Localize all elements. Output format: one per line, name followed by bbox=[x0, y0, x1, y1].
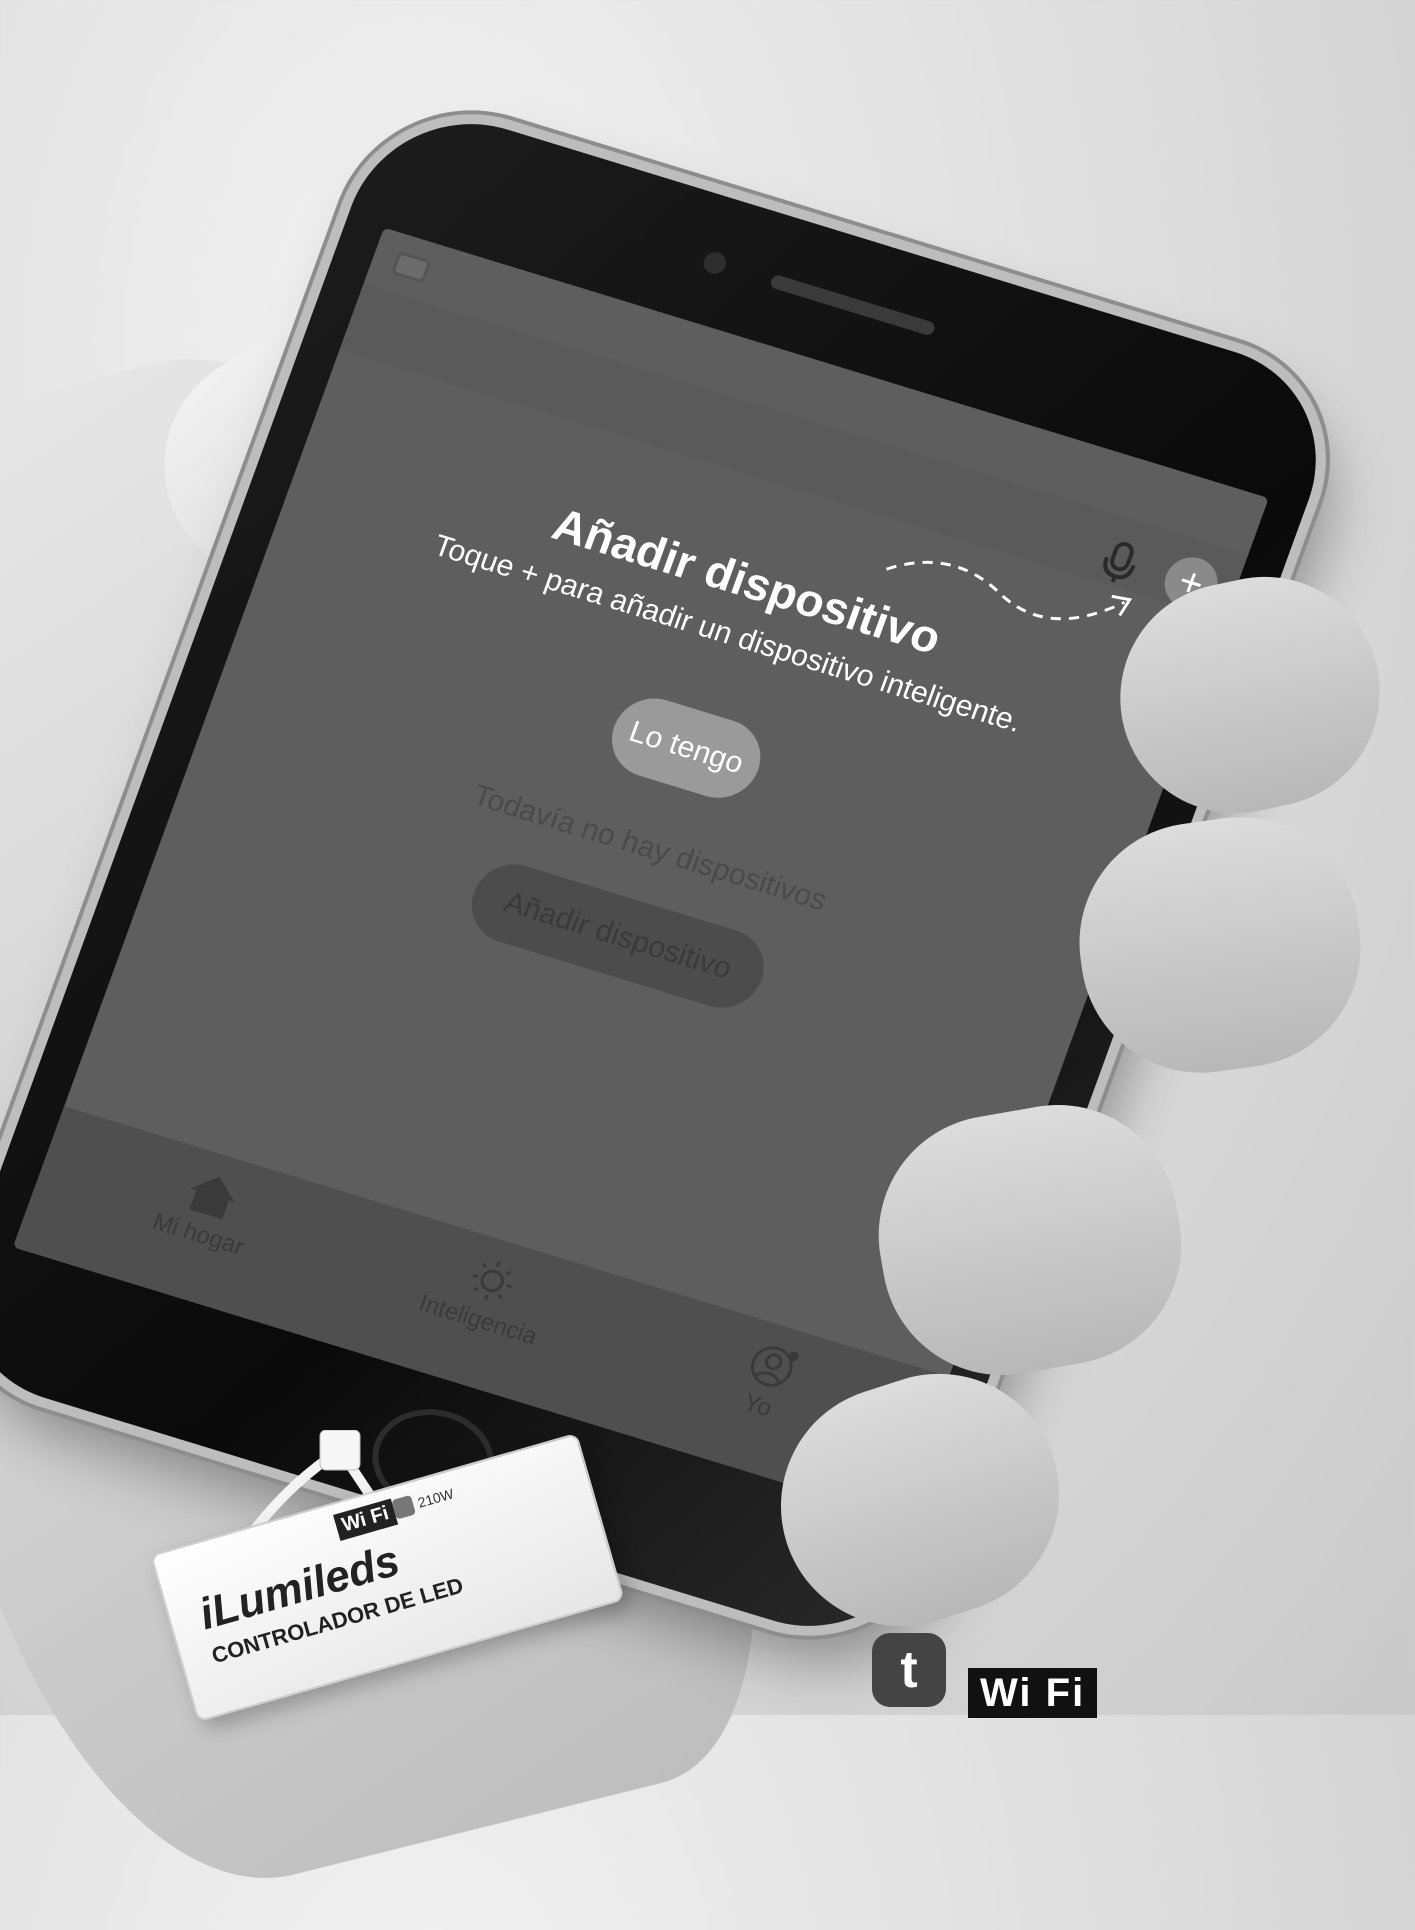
wifi-logo: Wi Fi bbox=[968, 1668, 1098, 1718]
product-photo-scene: + Añadir dispositivo Toque + para añadir… bbox=[0, 0, 1415, 1930]
tuya-icon bbox=[391, 1494, 417, 1520]
user-icon bbox=[751, 1346, 799, 1387]
tab-label: Yo bbox=[740, 1388, 776, 1423]
got-it-button[interactable]: Lo tengo bbox=[600, 688, 772, 808]
battery-icon bbox=[390, 250, 432, 284]
tuya-logo: t bbox=[872, 1633, 946, 1707]
sun-icon bbox=[472, 1261, 512, 1301]
controller-wifi-label: Wi Fi bbox=[333, 1498, 398, 1541]
tab-home[interactable]: Mi hogar bbox=[98, 1146, 316, 1278]
tab-label: Mi hogar bbox=[149, 1208, 248, 1261]
front-camera bbox=[700, 249, 730, 277]
home-icon bbox=[189, 1176, 235, 1220]
controller-power: 210W bbox=[415, 1485, 456, 1511]
tab-smart[interactable]: Inteligencia bbox=[377, 1231, 595, 1363]
earpiece bbox=[768, 273, 937, 337]
